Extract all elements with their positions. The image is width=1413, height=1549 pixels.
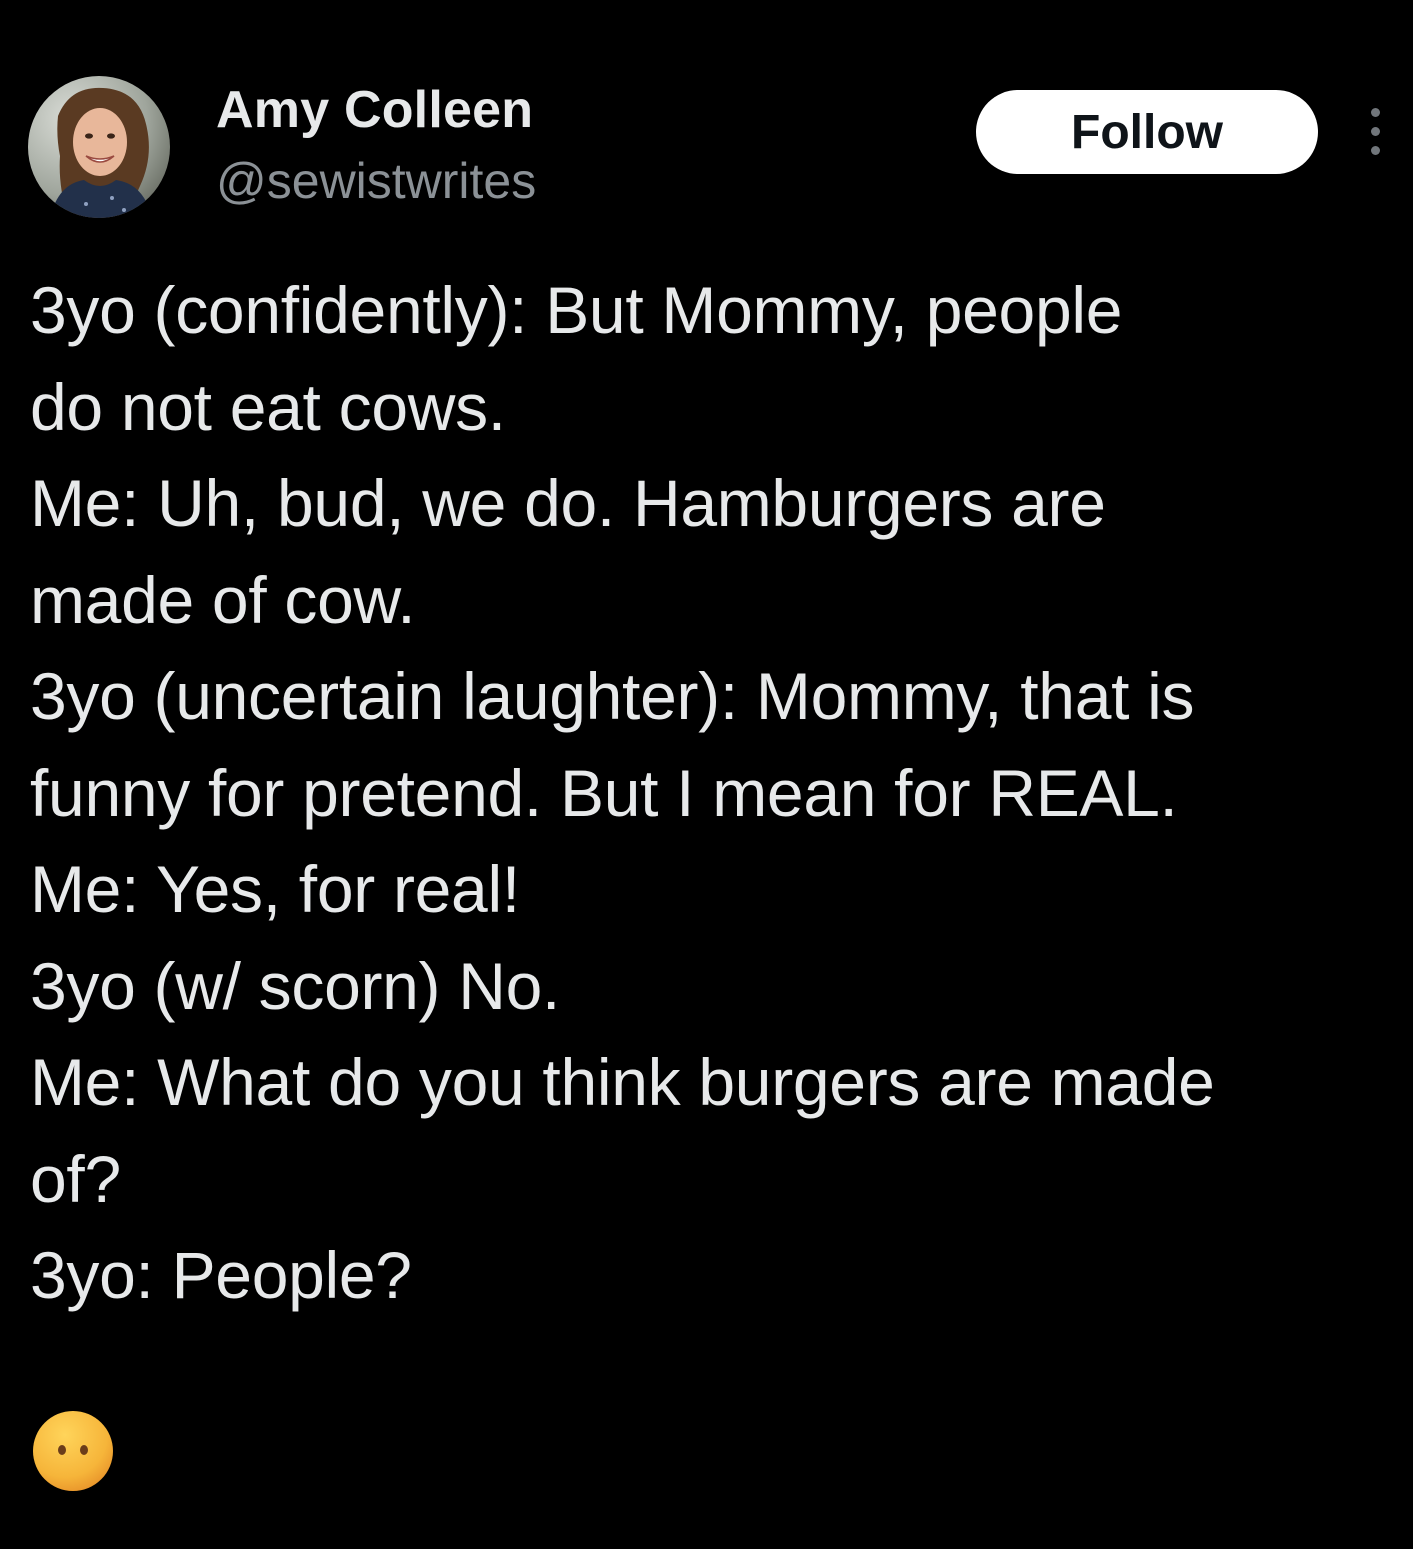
- avatar-image: [28, 76, 170, 218]
- author-name[interactable]: Amy Colleen: [216, 80, 533, 140]
- tweet-line: funny for pretend. But I mean for REAL.: [30, 755, 1178, 830]
- more-dot: [1371, 108, 1380, 117]
- tweet-line: 3yo: People?: [30, 1238, 412, 1312]
- tweet-line: 3yo (uncertain laughter): Mommy, that is: [30, 659, 1195, 733]
- tweet-line: 3yo (w/ scorn) No.: [30, 948, 561, 1023]
- tweet-line: of?: [30, 1141, 121, 1216]
- more-options-icon[interactable]: [1358, 108, 1392, 156]
- avatar[interactable]: [28, 76, 170, 218]
- face-without-mouth-emoji: [32, 1410, 114, 1492]
- more-dot: [1371, 127, 1380, 136]
- tweet-line: Me: What do you think burgers are made: [30, 1045, 1215, 1119]
- tweet: Amy Colleen @sewistwrites Follow 3yo (co…: [0, 0, 1413, 1549]
- tweet-line: 3yo (confidently): But Mommy, people: [30, 273, 1123, 347]
- tweet-line: made of cow.: [30, 562, 416, 637]
- follow-button[interactable]: Follow: [976, 90, 1318, 174]
- more-dot: [1371, 146, 1380, 155]
- tweet-line: Me: Yes, for real!: [30, 852, 520, 926]
- tweet-line: do not eat cows.: [30, 369, 506, 444]
- author-handle[interactable]: @sewistwrites: [216, 152, 536, 210]
- tweet-header: Amy Colleen @sewistwrites Follow: [28, 76, 1398, 221]
- tweet-line: Me: Uh, bud, we do. Hamburgers are: [30, 466, 1106, 540]
- tweet-text: 3yo (confidently): But Mommy, people do …: [30, 262, 1400, 1324]
